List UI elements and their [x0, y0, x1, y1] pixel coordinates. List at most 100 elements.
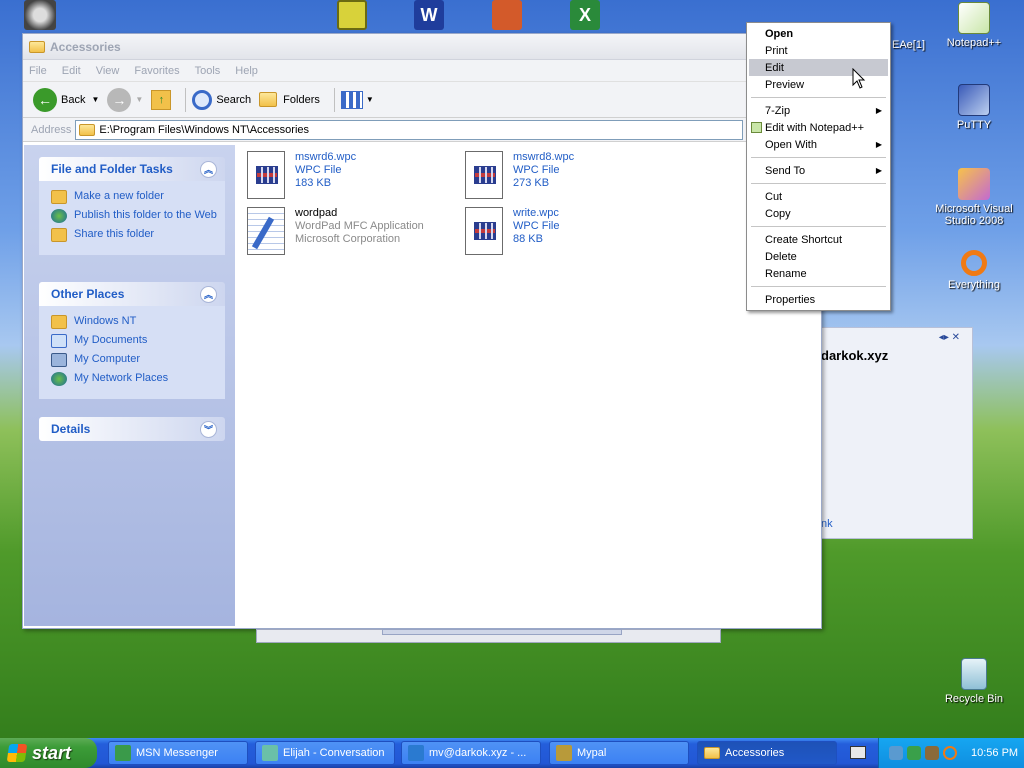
- word-icon[interactable]: W: [414, 0, 444, 30]
- chevron-down-icon[interactable]: ▼: [135, 95, 143, 104]
- panel-header[interactable]: Details ︾: [39, 417, 225, 441]
- chart-app-icon[interactable]: [337, 0, 367, 30]
- menu-item-create-shortcut[interactable]: Create Shortcut: [749, 231, 888, 248]
- mouse-cursor-icon: [852, 68, 866, 89]
- menu-item-label: Open With: [765, 138, 817, 151]
- start-button[interactable]: start: [0, 738, 97, 768]
- mypal-icon: [556, 745, 572, 761]
- share-folder-icon: [51, 228, 67, 242]
- wpc-file-icon: [465, 207, 503, 255]
- panel-header[interactable]: Other Places ︽: [39, 282, 225, 306]
- expand-icon[interactable]: ︾: [200, 420, 217, 438]
- menu-item-cut[interactable]: Cut: [749, 188, 888, 205]
- task-share-folder[interactable]: Share this folder: [51, 228, 219, 242]
- menu-item-print[interactable]: Print: [749, 42, 888, 59]
- views-button[interactable]: ▼: [340, 90, 374, 109]
- place-windows-nt[interactable]: Windows NT: [51, 315, 219, 329]
- submenu-arrow-icon: ▶: [875, 106, 882, 115]
- chevron-down-icon[interactable]: ▼: [91, 95, 99, 104]
- panel-header[interactable]: File and Folder Tasks ︽: [39, 157, 225, 181]
- title-bar[interactable]: Accessories: [23, 34, 821, 60]
- background-window-link[interactable]: nk: [821, 518, 833, 530]
- file-item[interactable]: mswrd6.wpc WPC File 183 KB: [247, 151, 447, 199]
- excel-icon[interactable]: X: [570, 0, 600, 30]
- taskbar-item-conversation[interactable]: Elijah - Conversation: [255, 741, 395, 765]
- keyboard-icon[interactable]: [850, 746, 866, 759]
- folder-icon: [29, 40, 45, 53]
- powerpoint-icon[interactable]: [492, 0, 522, 30]
- task-new-folder[interactable]: Make a new folder: [51, 190, 219, 204]
- file-item[interactable]: mswrd8.wpc WPC File 273 KB: [465, 151, 665, 199]
- notepadpp-icon: [958, 2, 990, 34]
- file-item[interactable]: write.wpc WPC File 88 KB: [465, 207, 665, 255]
- scrollbar-thumb[interactable]: [382, 629, 622, 635]
- details-panel: Details ︾: [39, 417, 225, 441]
- desktop-icon-recycle-bin[interactable]: Recycle Bin: [934, 658, 1014, 705]
- desktop-icon-visual-studio[interactable]: Microsoft Visual Studio 2008: [934, 168, 1014, 227]
- panel-title: Other Places: [51, 287, 125, 301]
- menu-item-7zip[interactable]: 7-Zip ▶: [749, 102, 888, 119]
- menu-item-properties[interactable]: Properties: [749, 291, 888, 308]
- menu-edit[interactable]: Edit: [62, 65, 81, 77]
- taskbar-item-mail[interactable]: mv@darkok.xyz - ...: [401, 741, 541, 765]
- menu-bar: File Edit View Favorites Tools Help: [23, 60, 821, 82]
- taskbar-item-label: Mypal: [577, 747, 607, 759]
- back-button[interactable]: ← Back ▼: [33, 87, 99, 112]
- collapse-icon[interactable]: ︽: [200, 285, 217, 303]
- clock[interactable]: 10:56 PM: [971, 747, 1018, 759]
- desktop-icon-putty[interactable]: PuTTY: [934, 84, 1014, 131]
- raccoon-icon[interactable]: [24, 0, 56, 30]
- background-window[interactable]: ◂▸ ✕ darkok.xyz nk: [820, 327, 973, 539]
- menu-separator: [751, 183, 886, 184]
- menu-item-label: Preview: [765, 78, 805, 91]
- menu-favorites[interactable]: Favorites: [134, 65, 179, 77]
- menu-help[interactable]: Help: [235, 65, 258, 77]
- address-field[interactable]: E:\Program Files\Windows NT\Accessories: [75, 119, 743, 140]
- menu-tools[interactable]: Tools: [195, 65, 221, 77]
- place-my-documents[interactable]: My Documents: [51, 334, 219, 348]
- panel-title: Details: [51, 422, 91, 436]
- menu-item-delete[interactable]: Delete: [749, 248, 888, 265]
- taskbar-item-accessories[interactable]: Accessories: [697, 741, 837, 765]
- place-network[interactable]: My Network Places: [51, 372, 219, 386]
- chevron-down-icon[interactable]: ▼: [366, 95, 374, 104]
- forward-button[interactable]: → ▼: [107, 87, 143, 112]
- menu-item-send-to[interactable]: Send To ▶: [749, 162, 888, 179]
- menu-separator: [751, 226, 886, 227]
- menu-item-preview[interactable]: Preview: [749, 76, 888, 93]
- menu-item-rename[interactable]: Rename: [749, 265, 888, 282]
- menu-file[interactable]: File: [29, 65, 47, 77]
- up-button[interactable]: ↑: [151, 89, 172, 110]
- file-type: WPC File: [295, 164, 342, 176]
- desktop-icon-everything[interactable]: Everything: [934, 250, 1014, 291]
- menu-item-edit-notepadpp[interactable]: Edit with Notepad++: [749, 119, 888, 136]
- taskbar-item-mypal[interactable]: Mypal: [549, 741, 689, 765]
- menu-item-label: Open: [765, 27, 794, 40]
- menu-item-edit[interactable]: Edit: [749, 59, 888, 76]
- menu-item-open[interactable]: Open: [749, 25, 888, 42]
- desktop-icon-label: Notepad++: [946, 37, 1002, 49]
- wpc-file-icon: [465, 151, 503, 199]
- wordpad-icon: [247, 207, 285, 255]
- menu-view[interactable]: View: [96, 65, 120, 77]
- network-tray-icon[interactable]: [889, 746, 903, 760]
- msn-tray-icon[interactable]: [907, 746, 921, 760]
- desktop-icon-notepadpp[interactable]: Notepad++: [934, 2, 1014, 49]
- file-item[interactable]: wordpad WordPad MFC Application Microsof…: [247, 207, 447, 255]
- everything-tray-icon[interactable]: [943, 746, 957, 760]
- raccoon-tray-icon[interactable]: [925, 746, 939, 760]
- place-my-computer[interactable]: My Computer: [51, 353, 219, 367]
- taskbar-item-msn[interactable]: MSN Messenger: [108, 741, 248, 765]
- my-documents-icon: [51, 334, 67, 348]
- file-type: WordPad MFC Application: [295, 220, 424, 232]
- search-button[interactable]: Search: [192, 89, 251, 110]
- task-publish-web[interactable]: Publish this folder to the Web: [51, 209, 219, 223]
- menu-item-open-with[interactable]: Open With ▶: [749, 136, 888, 153]
- collapse-icon[interactable]: ︽: [200, 160, 217, 178]
- window-controls[interactable]: ◂▸ ✕: [939, 332, 960, 343]
- folders-button[interactable]: Folders: [259, 92, 320, 107]
- folder-icon: [259, 92, 278, 107]
- explorer-window[interactable]: Accessories File Edit View Favorites Too…: [22, 33, 822, 629]
- menu-item-copy[interactable]: Copy: [749, 205, 888, 222]
- other-places-panel: Other Places ︽ Windows NT My Documents M…: [39, 282, 225, 399]
